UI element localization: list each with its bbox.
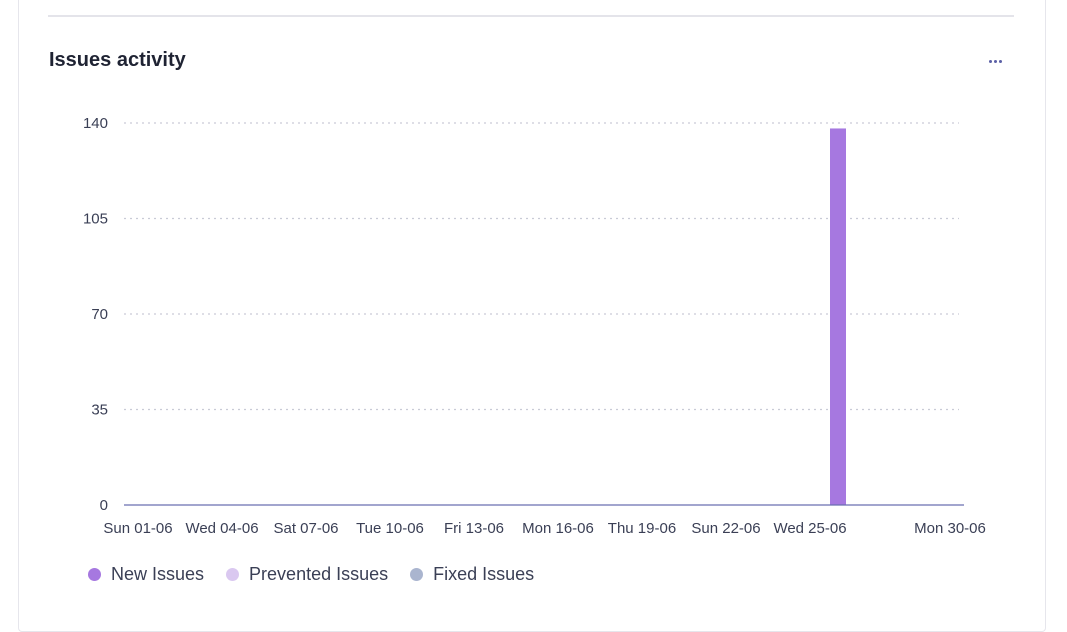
legend-item[interactable]: New Issues	[88, 564, 204, 585]
legend-item[interactable]: Fixed Issues	[410, 564, 534, 585]
legend-label: Prevented Issues	[249, 564, 389, 584]
y-tick-label: 140	[83, 115, 108, 132]
x-tick-label: Tue 10-06	[356, 520, 424, 537]
y-tick-label: 105	[83, 211, 108, 228]
legend-label: New Issues	[111, 564, 205, 584]
legend-label: Fixed Issues	[433, 564, 535, 584]
x-tick-label: Mon 30-06	[914, 520, 986, 537]
x-tick-label: Sun 22-06	[691, 520, 760, 537]
y-tick-label: 70	[91, 306, 108, 323]
x-tick-label: Fri 13-06	[444, 520, 504, 537]
legend-swatch-icon	[88, 568, 101, 581]
bar	[830, 128, 846, 505]
issues-bar-chart: 0 35 70 105 140 Sun 01-06 Wed 04-06 Sat 07-06 Tu…	[83, 115, 986, 537]
chart-legend: New Issues Prevented Issues Fixed Issues	[88, 564, 534, 585]
x-tick-label: Thu 19-06	[608, 520, 676, 537]
x-tick-label: Wed 04-06	[185, 520, 258, 537]
x-tick-label: Sat 07-06	[273, 520, 338, 537]
legend-swatch-icon	[410, 568, 424, 581]
y-tick-label: 35	[91, 402, 108, 419]
x-tick-label: Sun 01-06	[103, 520, 172, 537]
x-tick-label: Mon 16-06	[522, 520, 594, 537]
legend-item[interactable]: Prevented Issues	[226, 564, 388, 585]
x-tick-label: Wed 25-06	[773, 520, 846, 537]
y-tick-label: 0	[100, 497, 108, 514]
legend-swatch-icon	[226, 568, 240, 581]
